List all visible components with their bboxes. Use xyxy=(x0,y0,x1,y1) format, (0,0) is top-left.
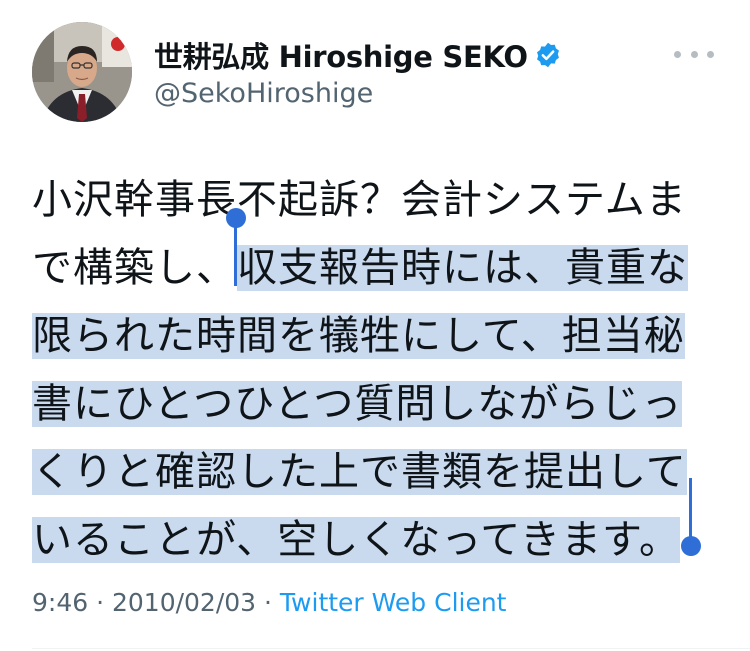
verified-badge-icon xyxy=(534,41,562,69)
tweet-time[interactable]: 9:46 xyxy=(32,588,88,617)
tweet-line: で構築し、収支報告時には、貴重な xyxy=(32,234,722,302)
tweet-detail: 世耕弘成 Hiroshige SEKO @SekoHiroshige 小沢幹事長… xyxy=(0,0,750,651)
tweet-date[interactable]: 2010/02/03 xyxy=(112,588,256,617)
meta-separator: · xyxy=(256,588,280,617)
selected-text: 限られた時間を犠牲にして、担当秘 xyxy=(32,313,685,359)
avatar[interactable] xyxy=(32,22,132,122)
ellipsis-icon[interactable] xyxy=(674,44,714,64)
selection-end-caret xyxy=(689,478,692,542)
tweet-line: くりと確認した上で書類を提出して xyxy=(32,438,722,506)
author-names: 世耕弘成 Hiroshige SEKO @SekoHiroshige xyxy=(154,36,562,109)
tweet-line-text: で構築し、 xyxy=(32,245,237,291)
tweet-client-link[interactable]: Twitter Web Client xyxy=(280,588,507,617)
tweet-header: 世耕弘成 Hiroshige SEKO @SekoHiroshige xyxy=(32,22,722,134)
tweet-line: 書にひとつひとつ質問しながらじっ xyxy=(32,370,722,438)
tweet-line: いることが、空しくなってきます。 xyxy=(32,506,722,574)
tweet-text[interactable]: 小沢幹事長不起訴？会計システムま で構築し、収支報告時には、貴重な 限られた時間… xyxy=(32,166,722,574)
author-handle[interactable]: @SekoHiroshige xyxy=(154,78,562,109)
selected-text: 書にひとつひとつ質問しながらじっ xyxy=(32,381,683,427)
selection-start-caret xyxy=(234,220,237,286)
display-name-row: 世耕弘成 Hiroshige SEKO xyxy=(154,36,562,74)
selected-text: 収支報告時には、貴重な xyxy=(237,245,688,291)
selected-text: いることが、空しくなってきます。 xyxy=(32,517,680,563)
display-name[interactable]: 世耕弘成 Hiroshige SEKO xyxy=(154,34,528,76)
selected-text: くりと確認した上で書類を提出して xyxy=(32,449,687,495)
selection-end-handle[interactable] xyxy=(681,536,701,556)
meta-separator: · xyxy=(88,588,112,617)
tweet-line: 限られた時間を犠牲にして、担当秘 xyxy=(32,302,722,370)
tweet-meta: 9:46 · 2010/02/03 · Twitter Web Client xyxy=(32,588,506,617)
divider xyxy=(32,648,750,649)
tweet-line: 小沢幹事長不起訴？会計システムま xyxy=(32,166,722,234)
profile-photo xyxy=(32,22,132,122)
tweet-line-text: 小沢幹事長不起訴？会計システムま xyxy=(32,177,687,223)
